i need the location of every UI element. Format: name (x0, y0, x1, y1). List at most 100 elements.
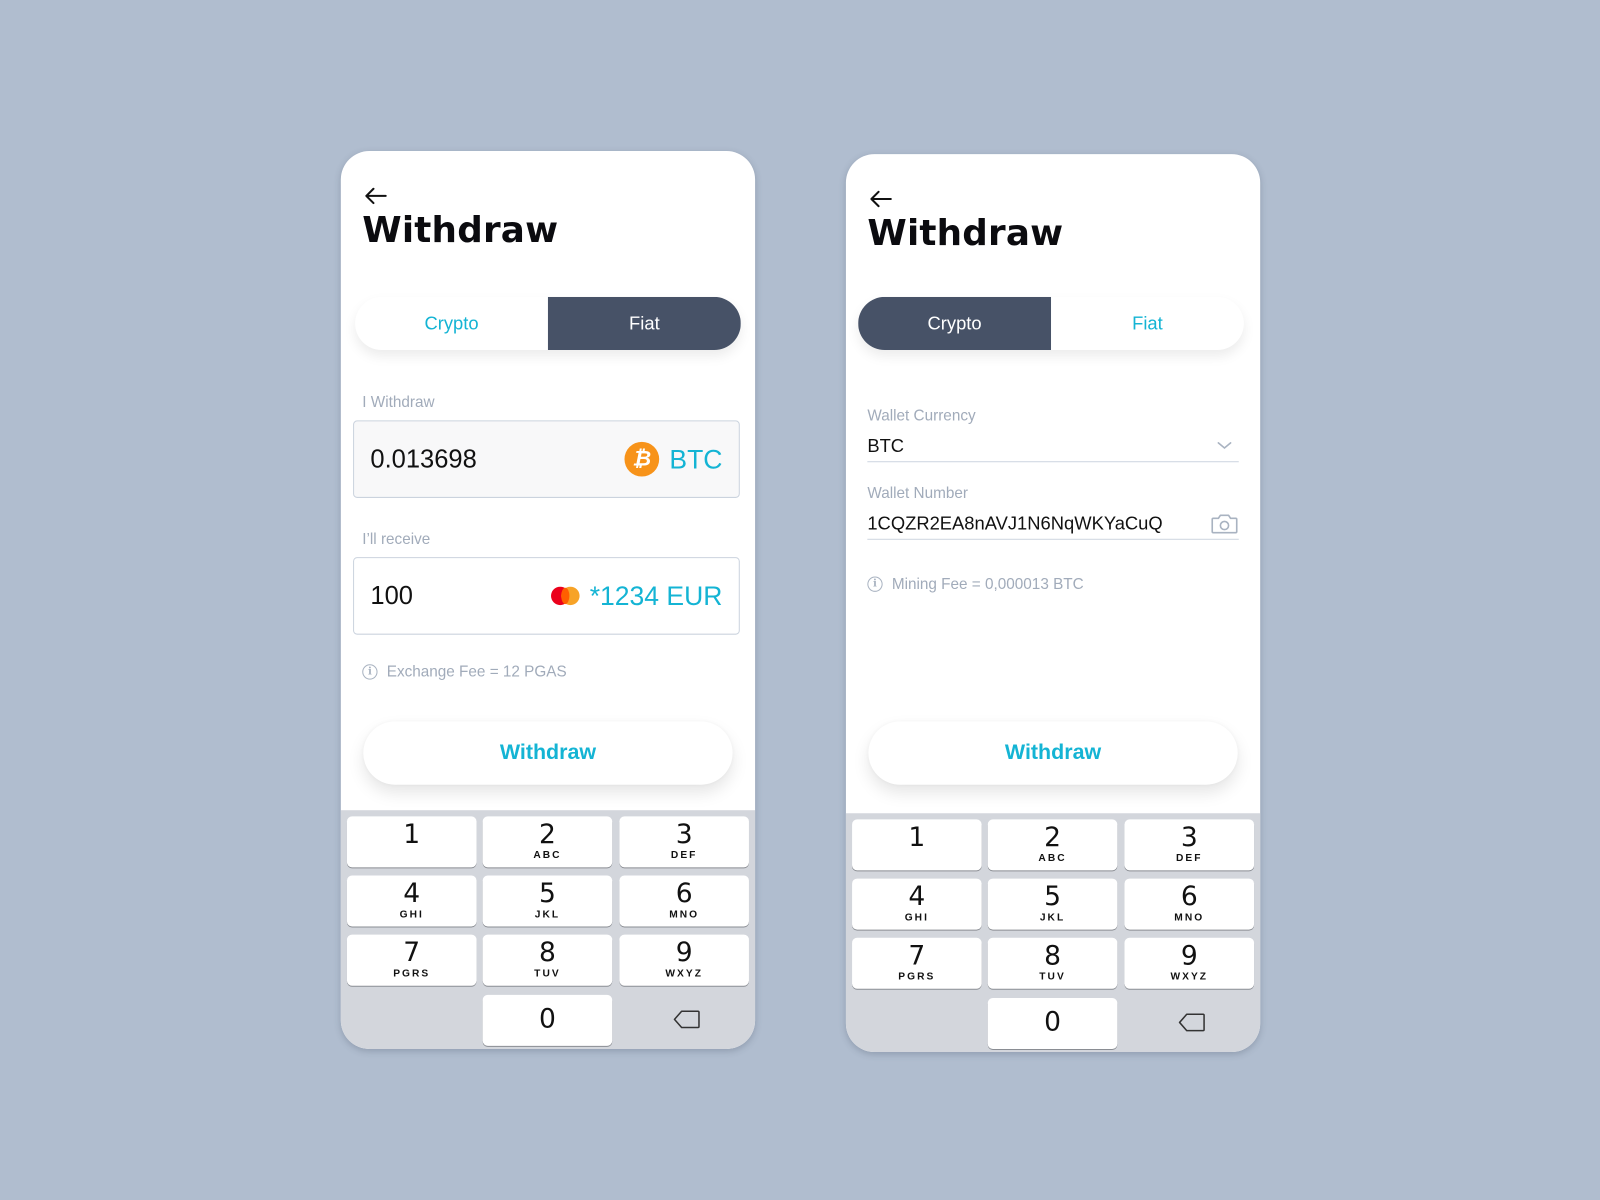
withdraw-button[interactable]: Withdraw (363, 721, 733, 785)
key-letters: JKL (534, 909, 561, 921)
key-6[interactable]: 6 MNO (619, 875, 749, 927)
key-letters: DEF (1176, 853, 1203, 865)
mining-fee-text: Mining Fee = 0,000013 BTC (891, 575, 1084, 593)
key-3[interactable]: 3 DEF (619, 816, 749, 868)
withdraw-amount-label: I Withdraw (362, 393, 435, 412)
key-1[interactable]: 1 (346, 816, 477, 868)
key-digit: 0 (1044, 1007, 1061, 1038)
key-digit: 1 (908, 822, 926, 854)
key-letters: WXYZ (665, 968, 703, 980)
wallet-currency-label: Wallet Currency (867, 407, 976, 425)
tab-fiat[interactable]: Fiat (547, 296, 741, 350)
key-5[interactable]: 5 JKL (482, 875, 613, 927)
key-letters: ABC (533, 849, 562, 862)
withdraw-button[interactable]: Withdraw (868, 721, 1238, 785)
key-letters: PGRS (393, 968, 431, 980)
key-digit: 8 (1044, 940, 1061, 972)
key-letters: PGRS (898, 971, 936, 983)
key-letters: DEF (670, 849, 698, 862)
camera-icon[interactable] (1210, 512, 1239, 534)
receive-amount-field[interactable]: 100 *1234 EUR (353, 557, 740, 635)
numeric-keypad: 1 2 ABC 3 DEF 4 GHI 5 JKL 6 MNO 7 PGRS 8 TUV 9W… (845, 813, 1261, 1053)
key-9[interactable]: 9 WXYZ (1124, 937, 1255, 989)
key-digit: 2 (1044, 822, 1061, 854)
key-digit: 4 (403, 878, 421, 910)
receive-amount-value: 100 (370, 581, 413, 610)
key-4[interactable]: 4 GHI (346, 875, 477, 927)
key-5[interactable]: 5 JKL (987, 878, 1118, 930)
key-letters: WXYZ (1170, 971, 1209, 983)
key-letters: ABC (1038, 853, 1067, 865)
key-2[interactable]: 2 ABC (482, 816, 613, 868)
backspace-button[interactable] (666, 1004, 707, 1035)
phone-screen-fiat: Withdraw Crypto Fiat I Withdraw 0.013698… (340, 151, 756, 1049)
receive-card[interactable]: *1234 EUR (550, 580, 723, 612)
key-letters: JKL (1039, 912, 1066, 924)
key-2[interactable]: 2 ABC (987, 819, 1118, 871)
tab-switcher: Crypto Fiat (858, 296, 1244, 350)
exchange-fee-note: i Exchange Fee = 12 PGAS (362, 663, 567, 681)
info-icon: i (362, 664, 378, 680)
key-digit: 9 (675, 937, 693, 969)
info-icon: i (867, 576, 883, 592)
tab-switcher: Crypto Fiat (355, 296, 741, 350)
back-arrow-icon[interactable] (363, 186, 387, 206)
key-digit: 8 (538, 937, 556, 969)
key-9[interactable]: 9 WXYZ (619, 934, 749, 986)
wallet-number-value: 1CQZR2EA8nAVJ1N6NqWKYaCuQ (867, 512, 1163, 534)
key-7[interactable]: 7 PGRS (346, 934, 477, 986)
key-digit: 0 (538, 1004, 556, 1035)
key-6[interactable]: 6 MNO (1124, 878, 1255, 930)
key-letters: MNO (669, 909, 700, 921)
key-1[interactable]: 1 (852, 819, 982, 871)
key-0[interactable]: 0 (482, 994, 613, 1046)
key-digit: 7 (403, 937, 421, 969)
receive-card-label: *1234 EUR (589, 580, 723, 611)
wallet-currency-select[interactable]: Wallet Currency BTC (867, 407, 1239, 463)
key-letters: TUV (1039, 971, 1066, 983)
withdraw-currency[interactable]: ₿ BTC (624, 441, 723, 477)
key-letters: MNO (1174, 912, 1205, 924)
exchange-fee-text: Exchange Fee = 12 PGAS (386, 663, 567, 681)
key-digit: 1 (403, 819, 421, 850)
chevron-down-icon[interactable] (1216, 441, 1232, 451)
withdraw-currency-code: BTC (669, 443, 723, 474)
key-3[interactable]: 3 DEF (1124, 819, 1255, 871)
tab-crypto[interactable]: Crypto (858, 296, 1052, 350)
mastercard-icon (550, 586, 580, 606)
key-letters: TUV (534, 968, 561, 980)
tab-fiat[interactable]: Fiat (1051, 297, 1244, 350)
wallet-number-field[interactable]: Wallet Number 1CQZR2EA8nAVJ1N6NqWKYaCuQ (867, 484, 1239, 540)
withdraw-amount-field[interactable]: 0.013698 ₿ BTC (353, 420, 740, 498)
key-digit: 6 (1180, 881, 1198, 913)
key-digit: 2 (538, 819, 556, 850)
key-digit: 4 (908, 881, 926, 913)
tab-crypto[interactable]: Crypto (355, 297, 548, 350)
key-8[interactable]: 8 TUV (482, 934, 613, 986)
backspace-button[interactable] (1171, 1007, 1212, 1038)
key-digit: 7 (908, 940, 926, 972)
key-digit: 5 (1044, 881, 1061, 913)
page-title: Withdraw (362, 210, 559, 252)
bitcoin-icon: ₿ (624, 441, 660, 477)
key-letters: GHI (399, 909, 424, 921)
wallet-number-label: Wallet Number (867, 484, 968, 503)
phone-screen-crypto: Withdraw Crypto Fiat Wallet Currency BTC… (845, 154, 1261, 1053)
key-digit: 6 (675, 878, 693, 910)
page-title: Withdraw (867, 213, 1064, 255)
key-digit: 5 (538, 878, 556, 910)
key-digit: 3 (1180, 822, 1198, 854)
key-letters: GHI (904, 912, 929, 924)
key-4[interactable]: 4 GHI (852, 878, 982, 930)
key-0[interactable]: 0 (987, 997, 1118, 1049)
receive-amount-label: I’ll receive (362, 530, 431, 548)
key-digit: 9 (1180, 940, 1198, 972)
back-arrow-icon[interactable] (868, 189, 892, 209)
backspace-icon (1178, 1013, 1205, 1032)
key-8[interactable]: 8 TUV (987, 937, 1118, 989)
withdraw-amount-value: 0.013698 (370, 444, 477, 473)
wallet-currency-value: BTC (867, 435, 905, 456)
mining-fee-note: i Mining Fee = 0,000013 BTC (867, 575, 1084, 593)
numeric-keypad: 1 2 ABC 3 DEF 4 GHI 5 JKL 6 MNO 7 PGRS 8 TUV 9W… (340, 810, 756, 1049)
key-7[interactable]: 7 PGRS (852, 937, 982, 989)
